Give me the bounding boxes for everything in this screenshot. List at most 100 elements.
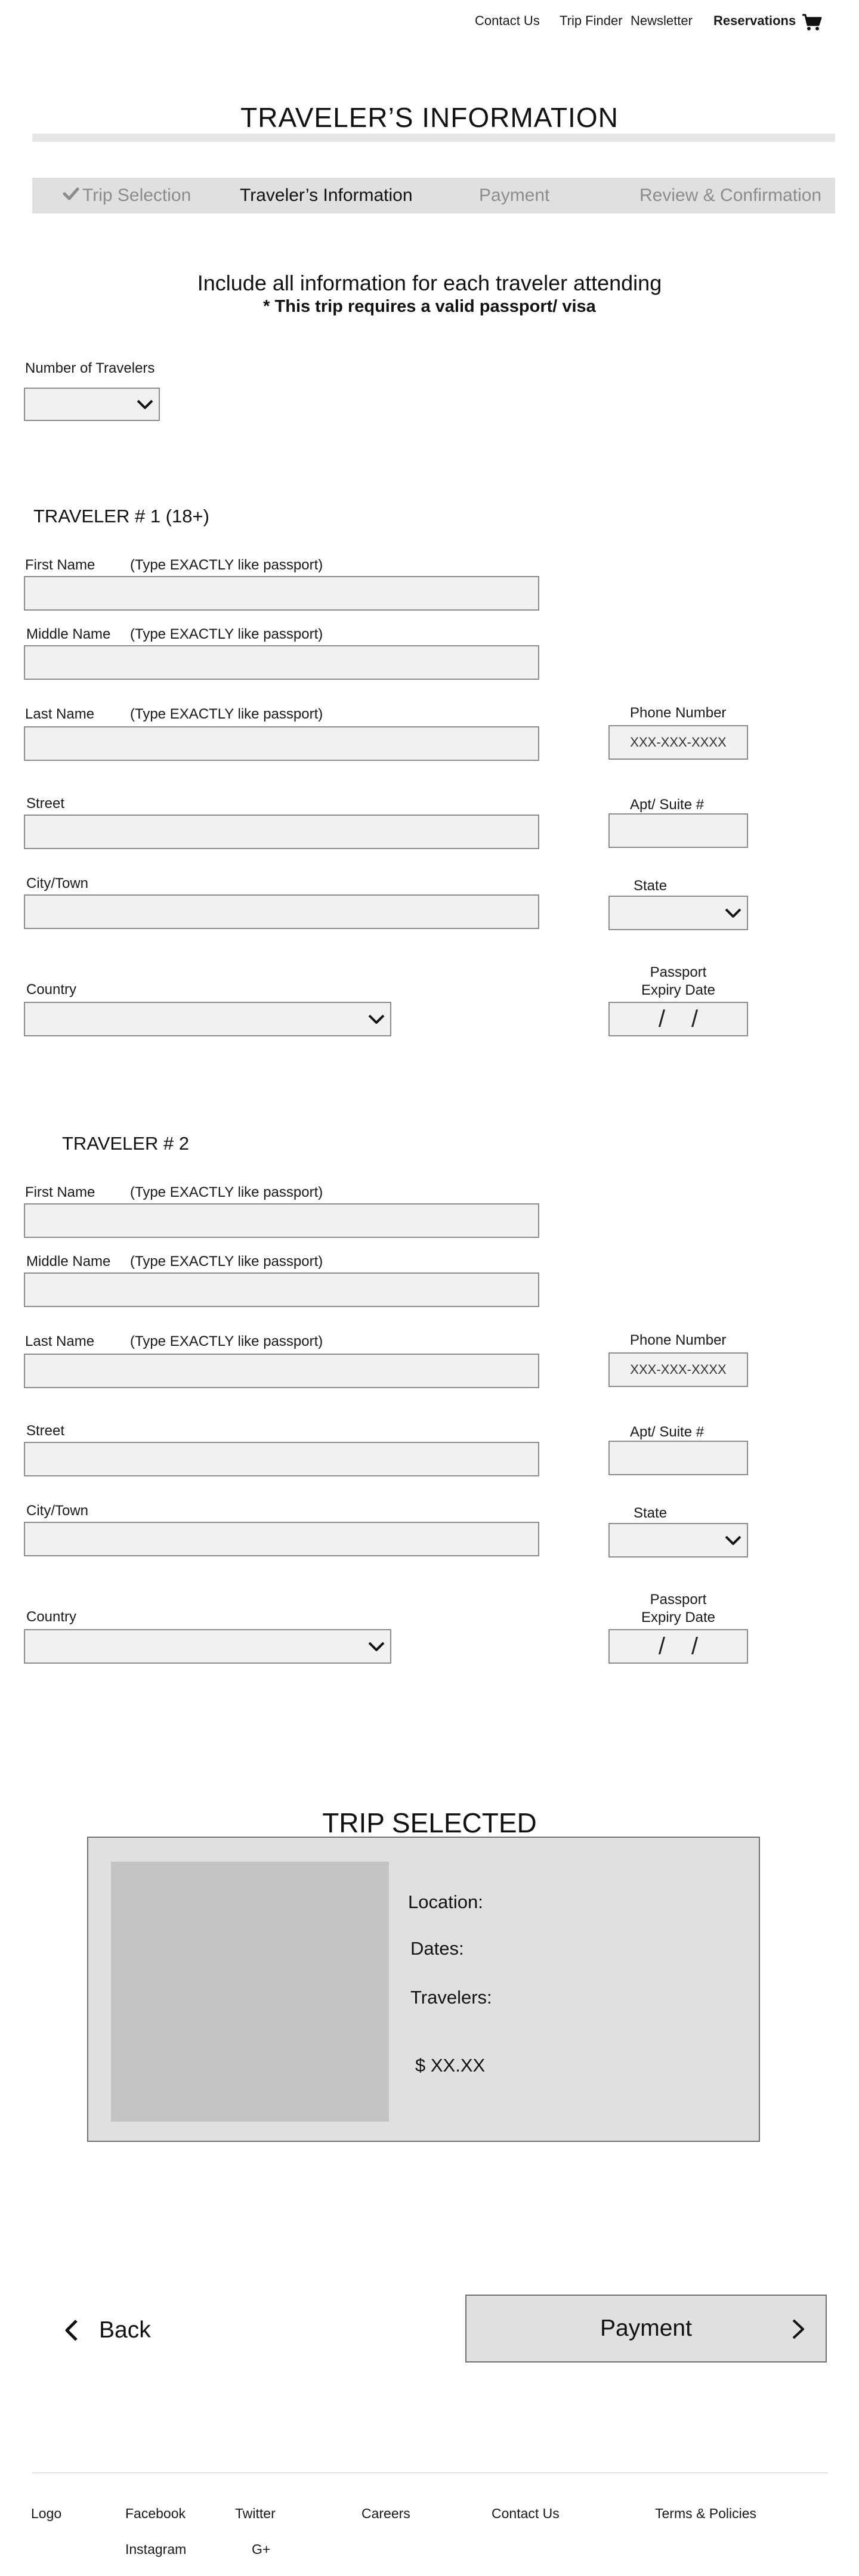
passport-expiry-label: Passport Expiry Date — [608, 1591, 748, 1627]
date-separator: / — [691, 1005, 699, 1032]
progress-stepper: Trip Selection Traveler’s Information Pa… — [32, 178, 835, 213]
footer-instagram-link[interactable]: Instagram — [125, 2541, 186, 2558]
chevron-left-icon — [65, 2320, 78, 2341]
passport-expiry-input[interactable]: / / — [608, 1002, 748, 1036]
street-label: Street — [26, 1423, 65, 1439]
step-label: Review & Confirmation — [639, 185, 822, 205]
trip-price: $ XX.XX — [415, 2055, 486, 2076]
nav-contact-us[interactable]: Contact Us — [475, 13, 540, 29]
footer-careers-link[interactable]: Careers — [361, 2506, 410, 2522]
trip-selected-title: TRIP SELECTED — [322, 1807, 537, 1838]
chevron-right-icon — [792, 2319, 804, 2339]
first-name-label: First Name — [25, 557, 95, 573]
street-input[interactable] — [24, 815, 539, 849]
nav-reservations[interactable]: Reservations — [713, 13, 796, 29]
footer-divider — [32, 2472, 828, 2473]
passport-expiry-label-line2: Expiry Date — [641, 1609, 716, 1626]
footer-twitter-link[interactable]: Twitter — [235, 2506, 276, 2522]
trip-dates: Dates: — [410, 1938, 464, 1959]
trip-summary-card: Location: Dates: Travelers: $ XX.XX — [87, 1837, 760, 2142]
last-name-input[interactable] — [24, 726, 539, 761]
payment-label: Payment — [600, 2315, 692, 2341]
city-label: City/Town — [26, 875, 89, 891]
step-label: Payment — [479, 185, 550, 205]
middle-name-input[interactable] — [24, 645, 539, 680]
street-label: Street — [26, 795, 65, 812]
trip-location: Location: — [408, 1891, 483, 1912]
state-label: State — [634, 878, 668, 894]
apt-suite-input[interactable] — [608, 1441, 748, 1475]
apt-suite-label: Apt/ Suite # — [630, 1424, 704, 1440]
step-payment[interactable]: Payment — [479, 178, 549, 213]
date-separator: / — [658, 1633, 665, 1659]
num-travelers-label: Number of Travelers — [25, 360, 155, 376]
last-name-input[interactable] — [24, 1354, 539, 1388]
step-label: Traveler’s Information — [240, 185, 413, 205]
date-separator: / — [691, 1633, 699, 1659]
passport-hint: (Type EXACTLY like passport) — [130, 1333, 323, 1349]
date-separator: / — [658, 1005, 665, 1032]
intro-text: Include all information for each travele… — [197, 271, 662, 295]
apt-suite-input[interactable] — [608, 813, 748, 848]
middle-name-label: Middle Name — [26, 626, 111, 642]
first-name-label: First Name — [25, 1184, 95, 1200]
passport-expiry-label: Passport Expiry Date — [608, 964, 748, 999]
last-name-label: Last Name — [25, 1333, 95, 1349]
checkmark-icon — [63, 187, 79, 200]
title-divider — [32, 134, 835, 142]
footer-contact-link[interactable]: Contact Us — [492, 2506, 560, 2522]
state-select[interactable] — [608, 1523, 748, 1558]
chevron-down-icon — [725, 1535, 741, 1545]
footer-gplus-link[interactable]: G+ — [252, 2541, 270, 2558]
first-name-input[interactable] — [24, 1203, 539, 1238]
passport-hint: (Type EXACTLY like passport) — [130, 1253, 323, 1270]
nav-newsletter[interactable]: Newsletter — [631, 13, 693, 29]
cart-icon[interactable] — [802, 13, 822, 31]
step-travelers-information[interactable]: Traveler’s Information — [240, 178, 413, 213]
country-select[interactable] — [24, 1002, 391, 1036]
step-review-confirmation[interactable]: Review & Confirmation — [639, 178, 821, 213]
apt-suite-label: Apt/ Suite # — [630, 797, 704, 813]
phone-number-input[interactable] — [608, 1352, 748, 1387]
city-input[interactable] — [24, 1522, 539, 1556]
passport-expiry-label-line1: Passport — [650, 1592, 707, 1608]
chevron-down-icon — [368, 1642, 385, 1651]
nav-trip-finder[interactable]: Trip Finder — [560, 13, 623, 29]
passport-notice: * This trip requires a valid passport/ v… — [263, 297, 596, 316]
first-name-input[interactable] — [24, 576, 539, 611]
footer-logo[interactable]: Logo — [31, 2506, 61, 2522]
back-button[interactable]: Back — [63, 2314, 151, 2347]
step-trip-selection[interactable]: Trip Selection — [62, 178, 191, 213]
country-label: Country — [26, 1609, 77, 1625]
passport-expiry-input[interactable]: / / — [608, 1629, 748, 1664]
passport-hint: (Type EXACTLY like passport) — [130, 626, 323, 642]
num-travelers-select[interactable] — [24, 388, 160, 421]
street-input[interactable] — [24, 1442, 539, 1476]
middle-name-input[interactable] — [24, 1272, 539, 1307]
chevron-down-icon — [368, 1014, 385, 1024]
passport-hint: (Type EXACTLY like passport) — [130, 706, 323, 722]
phone-number-input[interactable] — [608, 725, 748, 760]
passport-hint: (Type EXACTLY like passport) — [130, 1184, 323, 1200]
traveler-heading: TRAVELER # 1 (18+) — [33, 506, 209, 527]
phone-number-label: Phone Number — [630, 1332, 727, 1348]
page-title: TRAVELER’S INFORMATION — [240, 102, 619, 133]
state-label: State — [634, 1505, 668, 1521]
payment-button[interactable]: Payment — [465, 2295, 827, 2363]
step-label: Trip Selection — [82, 185, 191, 205]
passport-hint: (Type EXACTLY like passport) — [130, 557, 323, 573]
country-label: Country — [26, 982, 77, 998]
passport-expiry-label-line1: Passport — [650, 964, 707, 980]
last-name-label: Last Name — [25, 706, 95, 722]
phone-number-label: Phone Number — [630, 705, 727, 721]
country-select[interactable] — [24, 1629, 391, 1664]
traveler-heading: TRAVELER # 2 — [62, 1133, 190, 1154]
trip-travelers: Travelers: — [410, 1987, 492, 2008]
city-input[interactable] — [24, 894, 539, 929]
state-select[interactable] — [608, 896, 748, 930]
chevron-down-icon — [725, 908, 741, 918]
footer-terms-link[interactable]: Terms & Policies — [655, 2506, 756, 2522]
city-label: City/Town — [26, 1503, 89, 1519]
back-label: Back — [99, 2317, 151, 2343]
footer-facebook-link[interactable]: Facebook — [125, 2506, 186, 2522]
